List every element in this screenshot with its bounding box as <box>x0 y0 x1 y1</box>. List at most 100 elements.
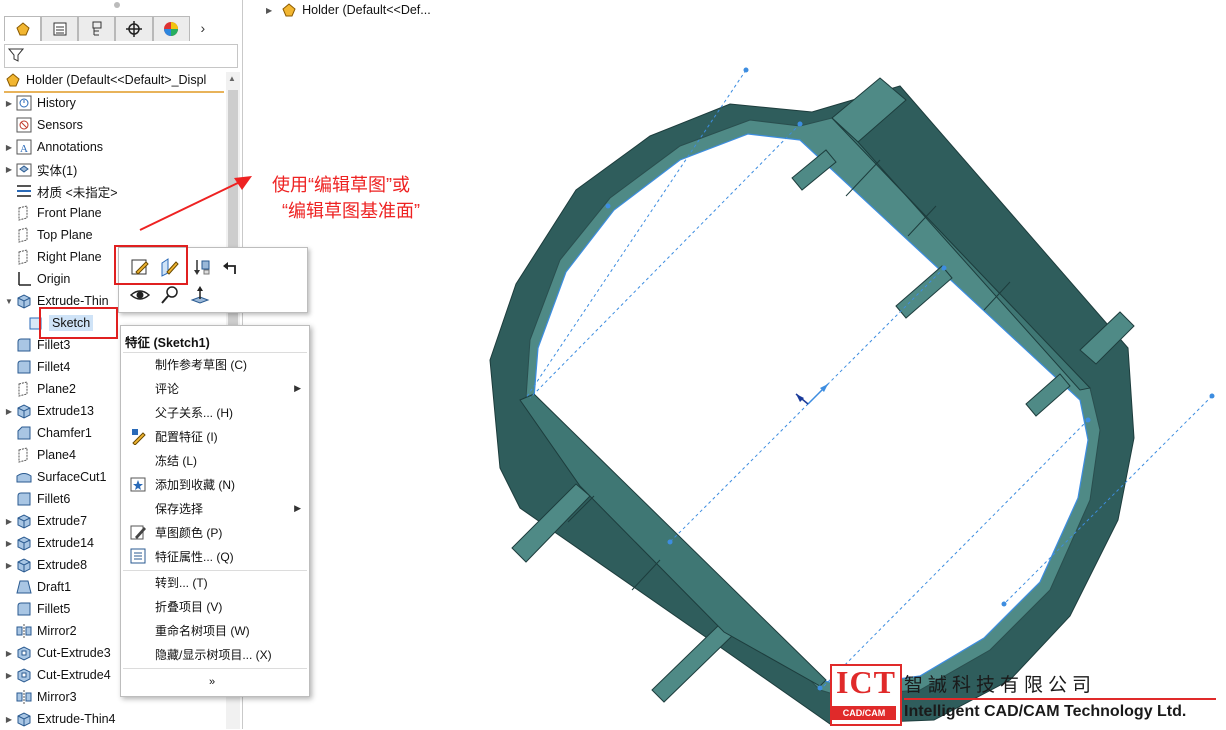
tree-item[interactable]: ▶ History <box>4 92 76 114</box>
tree-item[interactable]: ▶ A Annotations <box>4 136 103 158</box>
material-icon <box>14 182 34 200</box>
tree-item[interactable]: ▶ Extrude-Thin4 <box>4 708 116 730</box>
context-menu-item[interactable]: 制作参考草图 (C) <box>121 353 309 375</box>
tree-item[interactable]: ▶ Cut-Extrude4 <box>4 664 111 686</box>
tree-root-holder[interactable]: Holder (Default<<Default>_Displ <box>4 70 226 90</box>
favorite-icon <box>129 475 147 493</box>
expand-arrow-icon[interactable]: ▶ <box>4 561 14 570</box>
tree-item-label: Fillet3 <box>37 338 71 352</box>
tree-item[interactable]: 材质 <未指定> <box>4 180 118 202</box>
tab-configuration-manager[interactable] <box>78 16 116 41</box>
toolbar-highlight-box <box>114 245 188 285</box>
fillet-icon <box>14 358 34 376</box>
expand-arrow-icon[interactable]: ▶ <box>4 165 14 174</box>
expand-arrow-icon[interactable]: ▶ <box>4 517 14 526</box>
part-icon <box>6 73 20 87</box>
fillet-icon <box>14 600 34 618</box>
surface-cut-icon <box>14 468 34 486</box>
fillet-icon <box>14 336 34 354</box>
submenu-arrow-icon: ▶ <box>294 502 301 513</box>
cut-extrude-icon <box>14 666 34 684</box>
normal-to-button[interactable] <box>189 284 211 306</box>
menu-separator <box>123 570 307 571</box>
tree-item[interactable]: SurfaceCut1 <box>4 466 106 488</box>
tree-item[interactable]: Fillet5 <box>4 598 70 620</box>
tab-feature-manager[interactable] <box>4 16 42 41</box>
tree-item[interactable]: Chamfer1 <box>4 422 92 444</box>
context-menu-item[interactable]: 特征属性... (Q) <box>121 545 309 567</box>
scroll-up-icon[interactable]: ▲ <box>228 74 236 83</box>
tree-item[interactable]: ▶ Extrude13 <box>4 400 94 422</box>
tree-item[interactable]: Fillet6 <box>4 488 70 510</box>
context-menu-item[interactable]: 冻结 (L) <box>121 449 309 471</box>
context-menu-item[interactable]: 折叠项目 (V) <box>121 595 309 617</box>
tree-item[interactable]: Front Plane <box>4 202 102 224</box>
history-icon <box>14 94 34 112</box>
context-menu-item[interactable]: 评论 ▶ <box>121 377 309 399</box>
tree-item[interactable]: ▶ Extrude7 <box>4 510 87 532</box>
tree-item[interactable]: Mirror3 <box>4 686 77 708</box>
graphics-viewport[interactable] <box>242 0 1226 729</box>
extrude-icon <box>14 402 34 420</box>
context-menu-item[interactable]: 配置特征 (I) <box>121 425 309 447</box>
tree-item[interactable]: Mirror2 <box>4 620 77 642</box>
normal-to-icon <box>190 286 210 304</box>
expand-arrow-icon[interactable]: ▶ <box>4 715 14 724</box>
collapse-arrow-icon[interactable]: ▼ <box>4 297 14 306</box>
context-menu-item[interactable]: 重命名树项目 (W) <box>121 619 309 641</box>
annotation-arrow <box>139 176 252 231</box>
tree-item[interactable]: Plane4 <box>4 444 76 466</box>
context-menu-item[interactable]: 父子关系... (H) <box>121 401 309 423</box>
zoom-to-selection-button[interactable] <box>159 284 181 306</box>
tabs-overflow-chevron-icon[interactable]: › <box>190 16 216 40</box>
tab-dimxpert-manager[interactable] <box>115 16 153 41</box>
expand-arrow-icon[interactable]: ▶ <box>4 407 14 416</box>
tree-item[interactable]: ▶ 实体(1) <box>4 158 77 180</box>
expand-arrow-icon[interactable]: ▶ <box>4 649 14 658</box>
tree-item[interactable]: ▶ Extrude14 <box>4 532 94 554</box>
expand-arrow-icon[interactable]: ▶ <box>4 99 14 108</box>
sensors-icon <box>14 116 34 134</box>
context-menu-item[interactable]: 草图颜色 (P) <box>121 521 309 543</box>
tree-item-label: Annotations <box>37 140 104 154</box>
expand-arrow-icon[interactable]: ▶ <box>4 143 14 152</box>
context-menu-item[interactable]: 转到... (T) <box>121 571 309 593</box>
tree-item[interactable]: Right Plane <box>4 246 102 268</box>
context-menu-item[interactable]: 隐藏/显示树项目... (X) <box>121 643 309 665</box>
context-menu-item-label: 配置特征 (I) <box>155 429 218 444</box>
tree-item[interactable]: ▶ Cut-Extrude3 <box>4 642 111 664</box>
fillet-icon <box>14 490 34 508</box>
tree-item[interactable]: Origin <box>4 268 70 290</box>
tree-item-label: Sensors <box>37 118 83 132</box>
context-menu-item-label: 特征属性... (Q) <box>155 549 234 564</box>
tree-item[interactable]: Top Plane <box>4 224 93 246</box>
select-other-button[interactable] <box>191 256 213 278</box>
context-menu-item-label: 保存选择 <box>155 501 204 516</box>
context-menu-item-label: 评论 <box>155 381 180 396</box>
tree-item[interactable]: Draft1 <box>4 576 71 598</box>
tree-item-label: Fillet5 <box>37 602 71 616</box>
tree-item[interactable]: Plane2 <box>4 378 76 400</box>
expand-menu-icon[interactable]: » <box>209 676 215 688</box>
tab-display-manager[interactable] <box>152 16 190 41</box>
tree-item[interactable]: Fillet4 <box>4 356 70 378</box>
ict-logo-subtext: CAD/CAM <box>832 706 896 720</box>
tree-root-label: Holder (Default<<Default>_Displ <box>26 73 207 87</box>
expand-arrow-icon[interactable]: ▶ <box>4 539 14 548</box>
context-menu-item[interactable]: 添加到收藏 (N) <box>121 473 309 495</box>
show-hide-button[interactable] <box>129 284 151 306</box>
tree-item[interactable]: ▶ Extrude8 <box>4 554 87 576</box>
svg-text:A: A <box>20 143 28 155</box>
annotation-line-1: 使用“编辑草图”或 <box>272 175 410 195</box>
tab-property-manager[interactable] <box>41 16 79 41</box>
panel-grip[interactable] <box>114 2 120 8</box>
expand-arrow-icon[interactable]: ▶ <box>4 671 14 680</box>
context-menu: 特征 (Sketch1) 制作参考草图 (C) 评论 ▶ 父子关系... (H) 配置特… <box>120 325 310 697</box>
back-button[interactable] <box>219 256 241 278</box>
tree-item[interactable]: Sensors <box>4 114 83 136</box>
sketch-color-icon <box>129 523 147 541</box>
tree-filter-input[interactable] <box>4 44 238 68</box>
tree-item-label: Cut-Extrude3 <box>37 646 111 660</box>
context-menu-item[interactable]: 保存选择 ▶ <box>121 497 309 519</box>
context-menu-title: 特征 (Sketch1) <box>125 336 210 350</box>
